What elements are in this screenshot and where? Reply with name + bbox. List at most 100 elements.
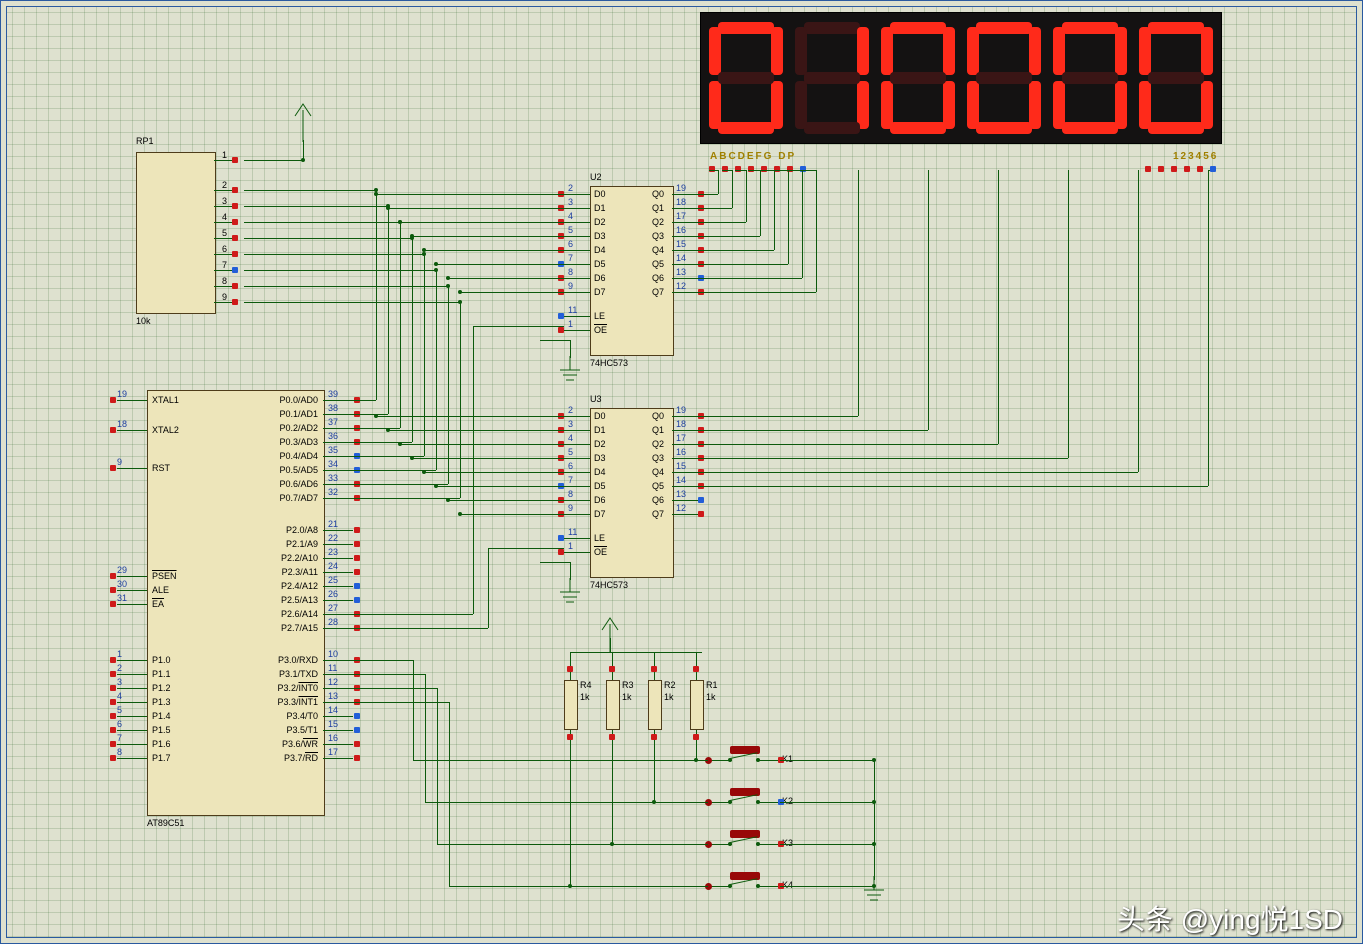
pin-probe (354, 569, 360, 575)
wire (774, 170, 775, 250)
wire (437, 844, 708, 845)
wire (780, 760, 874, 761)
wire (353, 688, 437, 689)
wire (816, 170, 817, 292)
pin-probe (354, 741, 360, 747)
wire (376, 416, 564, 417)
res-name-0: R4 (580, 680, 592, 690)
ground-icon (862, 876, 886, 904)
pin-probe (110, 727, 116, 733)
wire (473, 326, 564, 327)
wire (1208, 170, 1209, 486)
wire (858, 170, 859, 416)
wire (570, 562, 571, 580)
wire (654, 730, 655, 750)
mcu-left-num-10: 5 (117, 705, 122, 715)
wire (788, 170, 789, 264)
wire (570, 340, 571, 358)
wire (722, 170, 733, 171)
pin-probe (709, 166, 715, 172)
wire (654, 750, 655, 802)
wire (698, 486, 1208, 487)
wire (698, 278, 802, 279)
rp1-pin-8: 8 (222, 276, 227, 286)
wire (612, 730, 613, 750)
pin-probe (354, 527, 360, 533)
resistor-R1[interactable] (690, 680, 704, 730)
pin-probe (232, 203, 238, 209)
wire (570, 730, 571, 750)
pin-probe (354, 583, 360, 589)
pin-probe (110, 465, 116, 471)
wire (413, 660, 414, 760)
mcu-left-num-11: 6 (117, 719, 122, 729)
wire (696, 730, 697, 750)
pin-probe (735, 166, 741, 172)
watermark: 头条 @ying悦1SD (1117, 898, 1343, 938)
wire (780, 802, 874, 803)
wire (570, 750, 571, 886)
wire (412, 236, 564, 237)
wire (436, 486, 564, 487)
mcu-left-2: RST (152, 463, 170, 473)
wire (874, 760, 875, 880)
rp1-name: RP1 (136, 136, 154, 146)
mcu-left-9: P1.3 (152, 697, 171, 707)
seven-segment-display[interactable] (700, 12, 1222, 144)
mcu-left-13: P1.7 (152, 753, 171, 763)
schematic-canvas[interactable]: ABCDEFG DP 123456 /*placeholder for orde… (0, 0, 1363, 944)
rp1-body[interactable] (136, 152, 216, 314)
wire (400, 222, 401, 428)
wire (353, 400, 376, 401)
mcu-left-5: EA (152, 599, 164, 609)
wire (353, 498, 460, 499)
mcu-left-num-9: 4 (117, 691, 122, 701)
mcu-left-6: P1.0 (152, 655, 171, 665)
ground-icon (558, 356, 582, 384)
res-val-1: 1k (622, 692, 632, 702)
pin-probe (698, 497, 704, 503)
pin-probe (110, 713, 116, 719)
wire (448, 500, 564, 501)
pin-probe (232, 251, 238, 257)
mcu-left-num-0: 19 (117, 389, 127, 399)
wire (488, 548, 489, 628)
u2-name: U2 (590, 172, 602, 182)
pin-probe (110, 685, 116, 691)
wire (449, 702, 450, 886)
mcu-left-num-1: 18 (117, 419, 127, 429)
wire (449, 886, 708, 887)
pin-probe (232, 187, 238, 193)
wire (746, 170, 747, 222)
u3-name: U3 (590, 394, 602, 404)
wire (244, 160, 304, 161)
digit-1 (793, 19, 871, 137)
mcu-left-3: PSEN (152, 571, 177, 581)
resistor-R4[interactable] (564, 680, 578, 730)
pin-probe (558, 549, 564, 555)
wire (780, 844, 874, 845)
mcu-left-1: XTAL2 (152, 425, 179, 435)
resistor-R2[interactable] (648, 680, 662, 730)
rp1-pin-9: 9 (222, 292, 227, 302)
digit-2 (879, 19, 957, 137)
pin-probe (609, 666, 615, 672)
wire (353, 702, 449, 703)
wire (244, 270, 436, 271)
wire (473, 326, 474, 614)
mcu-left-num-3: 29 (117, 565, 127, 575)
mcu-left-num-4: 30 (117, 579, 127, 589)
pin-probe (110, 601, 116, 607)
resistor-R3[interactable] (606, 680, 620, 730)
rp1-pin-2: 2 (222, 180, 227, 190)
pin-probe (761, 166, 767, 172)
wire (388, 208, 564, 209)
wire (460, 514, 564, 515)
display-pin-label-right: 123456 (1173, 151, 1218, 162)
wire (353, 484, 448, 485)
wire (353, 674, 425, 675)
pin-probe (558, 313, 564, 319)
pin-probe (1158, 166, 1164, 172)
wire (698, 222, 746, 223)
res-val-0: 1k (580, 692, 590, 702)
